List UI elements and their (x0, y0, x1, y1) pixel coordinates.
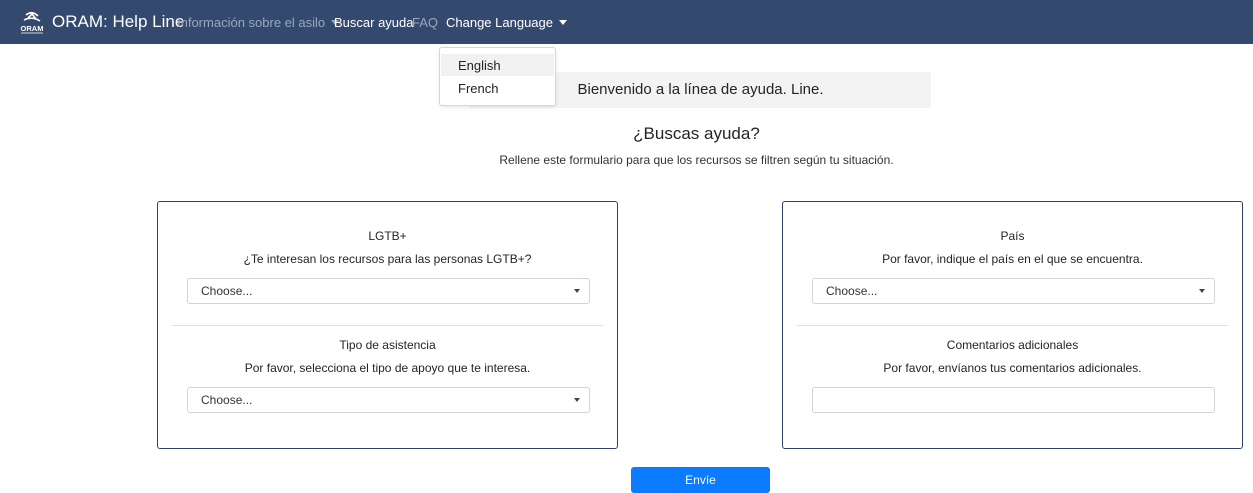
comments-label: Comentarios adicionales (946, 338, 1079, 352)
lgtb-help: ¿Te interesan los recursos para las pers… (243, 252, 532, 266)
language-option-label: French (458, 81, 499, 96)
country-label: País (1000, 229, 1025, 243)
lgtb-select-value: Choose... (201, 284, 253, 298)
assistance-type-label: Tipo de asistencia (339, 338, 436, 352)
assistance-type-help: Por favor, selecciona el tipo de apoyo q… (244, 361, 531, 375)
country-select[interactable]: Choose... (812, 278, 1215, 304)
lgtb-label: LGTB+ (368, 229, 407, 243)
language-option-french[interactable]: French (441, 77, 554, 99)
card-divider (172, 325, 603, 326)
form-card-right: País Por favor, indique el país en el qu… (782, 201, 1243, 449)
lgtb-select[interactable]: Choose... (187, 278, 590, 304)
nav-asylum-info[interactable]: Información sobre el asilo (177, 15, 340, 30)
language-option-english[interactable]: English (441, 54, 554, 76)
nav-asylum-info-label: Información sobre el asilo (177, 15, 326, 30)
country-select-value: Choose... (826, 284, 878, 298)
dropdown-arrow-icon (574, 289, 580, 293)
language-dropdown-menu: English French (439, 47, 556, 106)
country-help: Por favor, indique el país en el que se … (882, 252, 1143, 266)
dropdown-arrow-icon (574, 398, 580, 402)
form-card-left: LGTB+ ¿Te interesan los recursos para la… (157, 201, 618, 449)
oram-logo-icon[interactable]: ORAM (17, 11, 47, 35)
page-title: ¿Buscas ayuda? (633, 124, 760, 143)
submit-button[interactable]: Envíe (631, 467, 770, 493)
comments-help: Por favor, envíanos tus comentarios adic… (883, 361, 1142, 375)
page-subtitle: Rellene este formulario para que los rec… (499, 153, 894, 167)
language-option-label: English (458, 58, 501, 73)
nav-change-language-label: Change Language (446, 15, 553, 30)
assistance-type-select[interactable]: Choose... (187, 387, 590, 413)
nav-change-language[interactable]: Change Language (446, 15, 567, 30)
assistance-type-select-value: Choose... (201, 393, 253, 407)
dropdown-arrow-icon (1199, 289, 1205, 293)
top-navbar: ORAM ORAM: Help Line Información sobre e… (0, 0, 1253, 44)
chevron-down-icon (559, 20, 567, 25)
brand-title[interactable]: ORAM: Help Line (52, 12, 184, 32)
svg-text:ORAM: ORAM (21, 24, 44, 33)
card-divider (797, 325, 1228, 326)
nav-find-help[interactable]: Buscar ayuda (334, 15, 414, 30)
comments-input[interactable] (812, 387, 1215, 413)
nav-faq[interactable]: FAQ (412, 15, 438, 30)
